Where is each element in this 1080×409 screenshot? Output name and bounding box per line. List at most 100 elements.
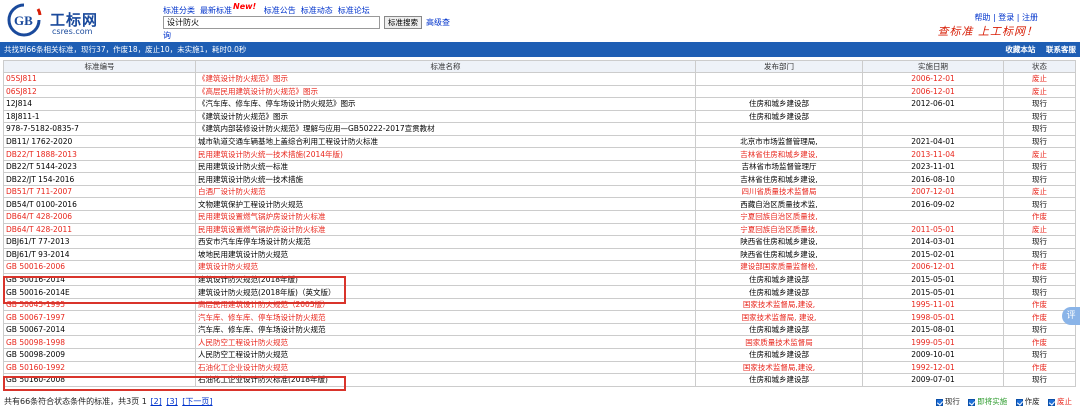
table-header-row: 标准编号 标准名称 发布部门 实施日期 状态 <box>3 60 1076 73</box>
filter-upcoming-label: 即将实施 <box>977 397 1008 406</box>
table-row[interactable]: GB 50098-1998 人民防空工程设计防火规范 国家质量技术监督局 1999-0… <box>3 335 1076 350</box>
standard-name[interactable]: 石油化工企业设计防火规范 <box>195 360 696 375</box>
table-row[interactable]: GB 50067-2014 汽车库、修车库、停车场设计防火规范 住房和城乡建设部 20… <box>3 322 1076 337</box>
status-badge: 现行 <box>1003 97 1076 111</box>
standard-code[interactable]: GB 50160-1992 <box>3 360 196 375</box>
table-row[interactable]: 06SJ812 《高层民用建筑设计防火规范》图示 2006-12-01 废止 <box>3 84 1076 99</box>
nav-announcement[interactable]: 标准公告 <box>264 6 296 15</box>
site-logo[interactable]: GB <box>4 3 44 37</box>
page-3-link[interactable]: [3] <box>166 397 177 406</box>
search-button[interactable]: 标准搜索 <box>384 16 422 29</box>
account-links[interactable]: 帮助 | 登录 | 注册 <box>974 12 1038 23</box>
table-row[interactable]: GB 50067-1997 汽车库、修车库、停车场设计防火规范 国家技术监督局, 建… <box>3 310 1076 324</box>
standard-name[interactable]: 《建筑设计防火规范》图示 <box>195 109 696 124</box>
standard-name[interactable]: 坡地民用建筑设计防火规范 <box>195 247 696 262</box>
nav-latest[interactable]: 最新标准 <box>200 6 232 15</box>
filter-current-checkbox[interactable] <box>935 398 943 406</box>
table-row[interactable]: DB22/T 5144-2023 民用建筑设计防火统一标准 吉林省市场监督管理厅 20… <box>3 159 1076 174</box>
standard-name[interactable]: 《建筑设计防火规范》图示 <box>195 72 696 86</box>
issuing-dept: 住房和城乡建设部 <box>695 97 863 111</box>
standard-name[interactable]: 民用建筑设计防火统一技术措施(2014年版) <box>195 147 696 161</box>
table-row[interactable]: 05SJ811 《建筑设计防火规范》图示 2006-12-01 废止 <box>3 72 1076 86</box>
issuing-dept: 住房和城乡建设部 <box>695 322 863 337</box>
table-row[interactable]: GB 50098-2009 人民防空工程设计防火规范 住房和城乡建设部 2009-10… <box>3 348 1076 362</box>
standard-code[interactable]: GB 50067-2014 <box>3 322 196 337</box>
contact-link[interactable]: 联系客服 <box>1046 45 1076 54</box>
standard-code[interactable]: 06SJ812 <box>3 84 196 99</box>
table-row[interactable]: DB54/T 0100-2016 文物建筑保护工程设计防火规范 西藏自治区质量技术监… <box>3 197 1076 211</box>
advanced-search-link[interactable]: 高级查 <box>426 17 450 28</box>
standard-code[interactable]: DB22/T 5144-2023 <box>3 159 196 174</box>
table-row[interactable]: GB 50160-1992 石油化工企业设计防火规范 国家技术监督局,建设, 1992… <box>3 360 1076 375</box>
filter-obsolete-checkbox[interactable] <box>1015 398 1023 406</box>
table-row[interactable]: 18J811-1 《建筑设计防火规范》图示 住房和城乡建设部 现行 <box>3 109 1076 124</box>
standard-code[interactable]: GB 50098-1998 <box>3 335 196 350</box>
standard-code[interactable]: 12J814 <box>3 97 196 111</box>
table-row[interactable]: 12J814 《汽车库、修车库、停车场设计防火规范》图示 住房和城乡建设部 2012-… <box>3 97 1076 111</box>
standard-name[interactable]: 民用建筑设计防火统一标准 <box>195 159 696 174</box>
table-row[interactable]: DB22/T 1888-2013 民用建筑设计防火统一技术措施(2014年版) 吉林… <box>3 147 1076 161</box>
standard-code[interactable]: 978-7-5182-0835-7 <box>3 122 196 136</box>
issuing-dept: 住房和城乡建设部 <box>695 109 863 124</box>
table-row[interactable]: GB 50016-2006 建筑设计防火规范 建设部国家质量监督检, 2006-12-… <box>3 260 1076 274</box>
table-row[interactable]: 978-7-5182-0835-7 《建筑内部装修设计防火规范》理解与应用—GB5… <box>3 122 1076 136</box>
highlight-gb50016 <box>3 276 346 304</box>
nav-category[interactable]: 标准分类 <box>163 6 195 15</box>
standard-code[interactable]: DB22/T 1888-2013 <box>3 147 196 161</box>
feedback-button[interactable]: 评 <box>1062 307 1080 325</box>
standard-name[interactable]: 文物建筑保护工程设计防火规范 <box>195 197 696 211</box>
issuing-dept: 吉林省住房和城乡建设, <box>695 172 863 186</box>
advanced-search-link-tail[interactable]: 询 <box>163 30 171 41</box>
standard-code[interactable]: DBJ61/T 93-2014 <box>3 247 196 262</box>
standard-code[interactable]: GB 50067-1997 <box>3 310 196 324</box>
standard-code[interactable]: GB 50016-2006 <box>3 260 196 274</box>
filter-upcoming-checkbox[interactable] <box>968 398 976 406</box>
table-row[interactable]: DB11/ 1762-2020 城市轨道交通车辆基地上盖综合利用工程设计防火标准北… <box>3 134 1076 149</box>
bookmark-link[interactable]: 收藏本站 <box>1005 45 1035 54</box>
slogan: 查标准 上工标网！ <box>937 25 1038 38</box>
standard-code[interactable]: DB64/T 428-2006 <box>3 210 196 224</box>
nav-news[interactable]: 标准动态 <box>301 6 333 15</box>
standard-name[interactable]: 民用建筑设置燃气锅炉房设计防火标准 <box>195 222 696 237</box>
table-row[interactable]: DB51/T 711-2007 白酒厂设计防火规范 四川省质量技术监督局 2007-1… <box>3 184 1076 199</box>
standard-name[interactable]: 《建筑内部装修设计防火规范》理解与应用—GB50222-2017宣贯教材 <box>195 122 696 136</box>
standard-name[interactable]: 城市轨道交通车辆基地上盖综合利用工程设计防火标准 <box>195 134 696 149</box>
standard-code[interactable]: GB 50098-2009 <box>3 348 196 362</box>
standard-name[interactable]: 民用建筑设置燃气锅炉房设计防火标准 <box>195 210 696 224</box>
table-row[interactable]: DB64/T 428-2006 民用建筑设置燃气锅炉房设计防火标准 宁夏回族自治区质… <box>3 210 1076 224</box>
standard-code[interactable]: DB22/JT 154-2016 <box>3 172 196 186</box>
table-row[interactable]: DB64/T 428-2011 民用建筑设置燃气锅炉房设计防火标准 宁夏回族自治区质… <box>3 222 1076 237</box>
standard-name[interactable]: 《高层民用建筑设计防火规范》图示 <box>195 84 696 99</box>
standard-code[interactable]: DB11/ 1762-2020 <box>3 134 196 149</box>
standard-code[interactable]: DB51/T 711-2007 <box>3 184 196 199</box>
status-badge: 现行 <box>1003 109 1076 124</box>
standard-name[interactable]: 白酒厂设计防火规范 <box>195 184 696 199</box>
standard-code[interactable]: DBJ61/T 77-2013 <box>3 235 196 249</box>
nav-forum[interactable]: 标准论坛 <box>338 6 370 15</box>
page-2-link[interactable]: [2] <box>150 397 161 406</box>
standard-name[interactable]: 汽车库、修车库、停车场设计防火规范 <box>195 322 696 337</box>
pagination-text: 共有66条符合状态条件的标准，共3页 1 <box>4 397 147 406</box>
standard-name[interactable]: 西安市汽车库停车场设计防火规范 <box>195 235 696 249</box>
status-badge: 废止 <box>1003 184 1076 199</box>
standard-name[interactable]: 民用建筑设计防火统一技术措施 <box>195 172 696 186</box>
standard-code[interactable]: DB54/T 0100-2016 <box>3 197 196 211</box>
next-page-link[interactable]: [下一页] <box>182 397 212 406</box>
standard-name[interactable]: 汽车库、修车库、停车场设计防火规范 <box>195 310 696 324</box>
site-header: GB 工标网 csres.com 标准分类 最新标准New! 标准公告 标准动态 标准… <box>0 0 1080 40</box>
effective-date <box>862 122 1004 136</box>
standard-name[interactable]: 建筑设计防火规范 <box>195 260 696 274</box>
filter-abolished-checkbox[interactable] <box>1048 398 1055 406</box>
table-row[interactable]: DB22/JT 154-2016 民用建筑设计防火统一技术措施 吉林省住房和城乡建设… <box>3 172 1076 186</box>
issuing-dept: 陕西省住房和城乡建设, <box>695 235 863 249</box>
standard-code[interactable]: 05SJ811 <box>3 72 196 86</box>
standard-code[interactable]: DB64/T 428-2011 <box>3 222 196 237</box>
table-row[interactable]: DBJ61/T 93-2014 坡地民用建筑设计防火规范 陕西省住房和城乡建设, 20… <box>3 247 1076 262</box>
standard-code[interactable]: 18J811-1 <box>3 109 196 124</box>
standard-name[interactable]: 《汽车库、修车库、停车场设计防火规范》图示 <box>195 97 696 111</box>
table-row[interactable]: DBJ61/T 77-2013 西安市汽车库停车场设计防火规范 陕西省住房和城乡建设… <box>3 235 1076 249</box>
standard-name[interactable]: 人民防空工程设计防火规范 <box>195 348 696 362</box>
effective-date: 2014-03-01 <box>862 235 1004 249</box>
standard-name[interactable]: 人民防空工程设计防火规范 <box>195 335 696 350</box>
search-input[interactable] <box>163 16 380 29</box>
